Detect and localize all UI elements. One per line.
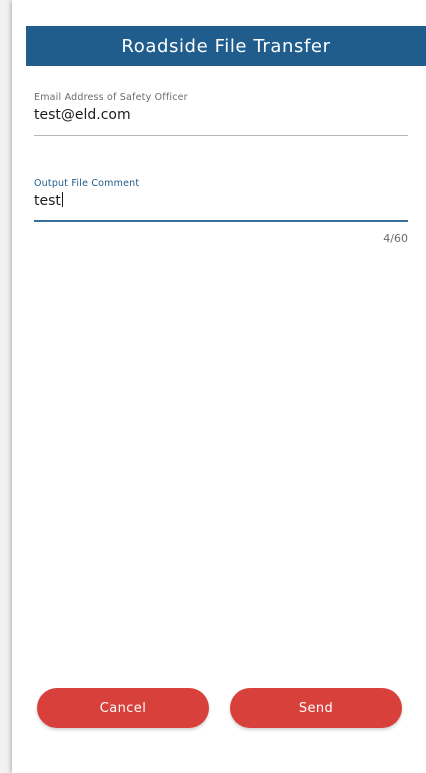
email-field[interactable]: Email Address of Safety Officer test@eld…	[34, 92, 408, 138]
cancel-button[interactable]: Cancel	[37, 688, 209, 728]
character-counter: 4/60	[383, 232, 408, 245]
comment-field-underline	[34, 220, 408, 222]
comment-field[interactable]: Output File Comment test 4/60	[34, 178, 408, 248]
text-cursor	[61, 192, 63, 207]
page-title-bar: Roadside File Transfer	[26, 26, 426, 66]
email-field-underline	[34, 135, 408, 136]
page-title: Roadside File Transfer	[121, 35, 331, 57]
app-screen: Roadside File Transfer Email Address of …	[12, 0, 426, 773]
comment-field-value[interactable]: test	[34, 193, 61, 209]
email-field-value[interactable]: test@eld.com	[34, 107, 131, 123]
comment-field-label: Output File Comment	[34, 178, 140, 189]
email-field-label: Email Address of Safety Officer	[34, 92, 188, 103]
send-button[interactable]: Send	[230, 688, 402, 728]
